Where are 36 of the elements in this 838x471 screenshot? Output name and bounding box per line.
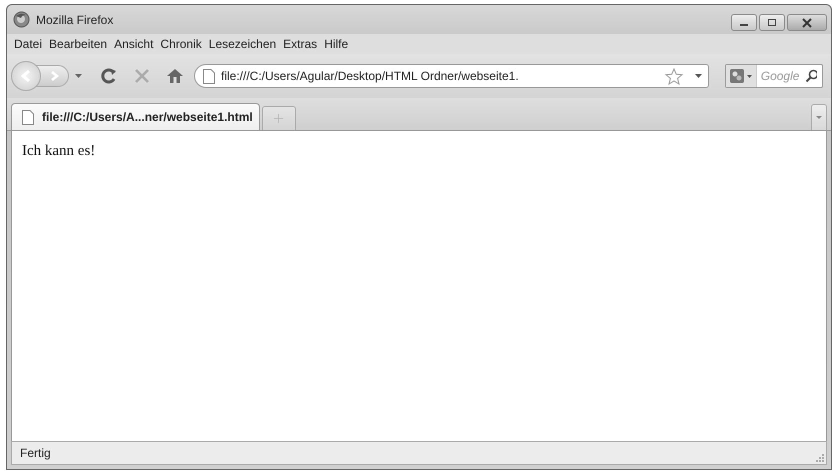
plus-icon <box>274 114 284 123</box>
browser-logo-icon <box>13 11 30 28</box>
maximize-icon <box>767 18 777 26</box>
address-text: file:///C:/Users/Agular/Desktop/HTML Ordner/webseite1. <box>221 69 520 83</box>
tab-title: file:///C:/Users/A...ner/webseite1.html <box>42 110 253 124</box>
address-bar[interactable]: file:///C:/Users/Agular/Desktop/HTML Ordner/webseite1. <box>194 64 709 88</box>
menu-item[interactable]: Ansicht <box>111 37 158 51</box>
home-button[interactable] <box>166 68 184 84</box>
page-icon <box>203 68 215 84</box>
star-icon[interactable] <box>665 68 683 84</box>
menu-item[interactable]: Datei <box>11 37 46 51</box>
menu-item[interactable]: Hilfe <box>321 37 352 51</box>
menu-item[interactable]: Lesezeichen <box>206 37 280 51</box>
close-button[interactable] <box>787 14 827 31</box>
dropdown-arrow-icon[interactable] <box>695 74 702 78</box>
caret-icon <box>816 116 822 119</box>
search-field[interactable]: Google <box>760 69 805 83</box>
close-icon <box>801 18 813 28</box>
search-icon[interactable] <box>804 69 817 83</box>
page-icon <box>22 110 34 124</box>
search-bar[interactable]: Google <box>725 64 823 88</box>
menu-item[interactable]: Bearbeiten <box>46 37 112 51</box>
reload-button[interactable] <box>100 67 118 85</box>
menu-item[interactable]: Chronik <box>157 37 206 51</box>
back-button[interactable] <box>11 61 41 91</box>
resize-grip-icon[interactable] <box>814 452 824 462</box>
dropdown-arrow-icon[interactable] <box>747 74 752 78</box>
dropdown-arrow-icon[interactable] <box>75 74 82 78</box>
window-title: Mozilla Firefox <box>36 12 114 26</box>
page-text: Ich kann es! <box>22 143 96 159</box>
menu-item[interactable]: Extras <box>280 37 322 51</box>
search-engine-icon[interactable] <box>729 68 746 84</box>
browser-tab[interactable]: file:///C:/Users/A...ner/webseite1.html <box>11 103 260 130</box>
minimize-button[interactable] <box>731 14 757 31</box>
maximize-button[interactable] <box>759 14 785 31</box>
status-text: Fertig <box>20 446 51 460</box>
